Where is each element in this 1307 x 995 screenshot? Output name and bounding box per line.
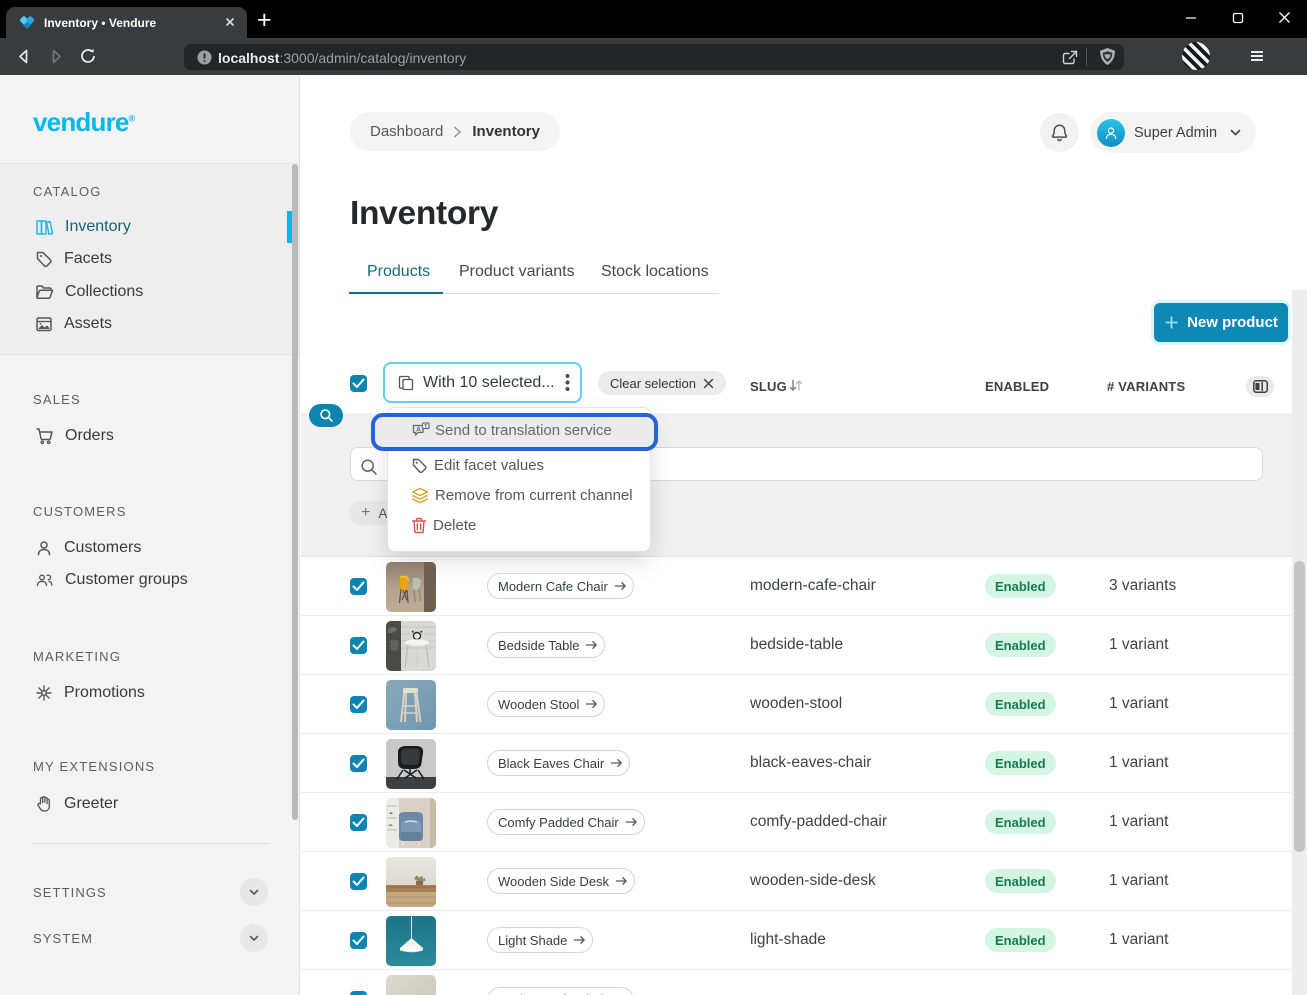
svg-text:A: A	[416, 427, 421, 434]
